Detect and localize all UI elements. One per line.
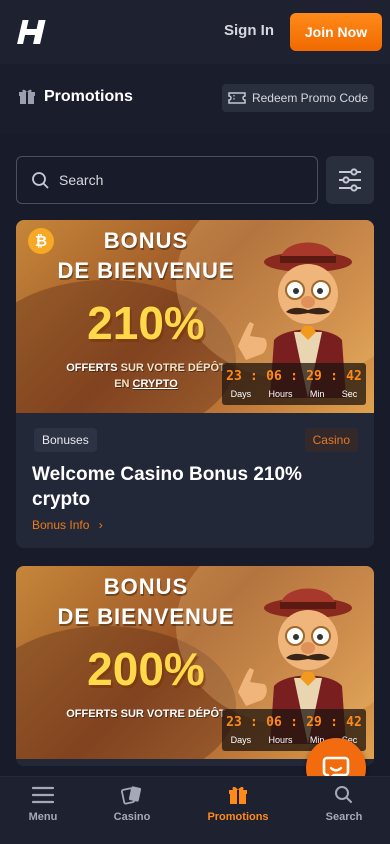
nav-promotions-label: Promotions — [207, 811, 269, 823]
bonus-info-label: Bonus Info — [32, 518, 90, 532]
banner-offer-c: EN — [114, 378, 130, 390]
type-badge: Casino — [304, 428, 358, 452]
countdown-hours-label: Hours — [268, 735, 293, 745]
promotions-heading: Promotions — [18, 88, 133, 106]
countdown-days: 23 — [226, 715, 242, 730]
hamburger-icon — [32, 786, 54, 804]
nav-menu-label: Menu — [28, 811, 58, 823]
redeem-label: Redeem Promo Code — [251, 91, 369, 105]
countdown-days-label: Days — [230, 735, 252, 745]
banner-offer-a: OFFERTS — [66, 362, 118, 374]
nav-search-label: Search — [325, 811, 363, 823]
countdown-min: 29 — [306, 369, 322, 384]
countdown-sep: : — [330, 715, 338, 730]
search-icon — [335, 786, 352, 803]
countdown-sec-label: Sec — [341, 389, 358, 399]
brand-logo-icon[interactable] — [16, 16, 48, 48]
gift-icon — [229, 786, 247, 804]
promo-card[interactable]: BONUS DE BIENVENUE 200% OFFERTS SUR VOTR… — [16, 566, 374, 766]
countdown-hours-label: Hours — [268, 389, 293, 399]
filter-button[interactable] — [326, 156, 374, 204]
countdown-hours: 06 — [266, 715, 282, 730]
search-icon — [32, 172, 49, 189]
ticket-icon — [228, 92, 246, 104]
cards-icon — [121, 786, 142, 805]
promo-title: Welcome Casino Bonus 210% crypto — [32, 464, 302, 510]
sliders-icon — [339, 168, 361, 192]
promo-card[interactable]: ₿ BONUS DE BIENVENUE 210% OFFERTS SUR VO… — [16, 220, 374, 548]
redeem-promo-code-button[interactable]: Redeem Promo Code — [222, 84, 374, 112]
search-input[interactable] — [59, 172, 289, 188]
countdown-min-label: Min — [309, 389, 325, 399]
countdown-days-label: Days — [230, 389, 252, 399]
nav-search[interactable]: Search — [304, 785, 384, 823]
nav-menu[interactable]: Menu — [3, 785, 83, 823]
countdown-days: 23 — [226, 369, 242, 384]
banner-offer-b: SUR VOTRE DÉPÔT — [120, 362, 226, 374]
category-badge: Bonuses — [34, 428, 97, 452]
banner-offer-d: CRYPTO — [132, 378, 178, 390]
top-header: Sign In Join Now — [0, 0, 390, 64]
promo-banner[interactable]: BONUS DE BIENVENUE 200% OFFERTS SUR VOTR… — [16, 566, 374, 759]
search-box[interactable] — [16, 156, 318, 204]
join-now-button[interactable]: Join Now — [290, 13, 382, 51]
countdown-hours: 06 — [266, 369, 282, 384]
countdown-values: 23 : 06 : 29 : 42 — [222, 715, 366, 730]
sign-in-link[interactable]: Sign In — [224, 22, 274, 39]
countdown-labels: Days Hours Min Sec — [222, 389, 366, 399]
nav-casino[interactable]: Casino — [92, 785, 172, 823]
countdown-timer: 23 : 06 : 29 : 42 Days Hours Min Sec — [222, 363, 366, 405]
countdown-sep: : — [290, 715, 298, 730]
countdown-sep: : — [250, 369, 258, 384]
countdown-sec: 42 — [346, 369, 362, 384]
promo-banner[interactable]: ₿ BONUS DE BIENVENUE 210% OFFERTS SUR VO… — [16, 220, 374, 413]
promotions-title: Promotions — [44, 88, 133, 105]
countdown-sep: : — [250, 715, 258, 730]
nav-casino-label: Casino — [113, 811, 151, 823]
nav-promotions[interactable]: Promotions — [198, 785, 278, 823]
countdown-values: 23 : 06 : 29 : 42 — [222, 369, 366, 384]
bottom-nav: Menu Casino Promotions Search — [0, 776, 390, 844]
gift-icon — [19, 89, 35, 104]
countdown-sep: : — [290, 369, 298, 384]
bonus-info-link[interactable]: Bonus Info › — [32, 518, 103, 532]
countdown-min: 29 — [306, 715, 322, 730]
chevron-right-icon: › — [98, 518, 103, 532]
countdown-sec: 42 — [346, 715, 362, 730]
countdown-sep: : — [330, 369, 338, 384]
